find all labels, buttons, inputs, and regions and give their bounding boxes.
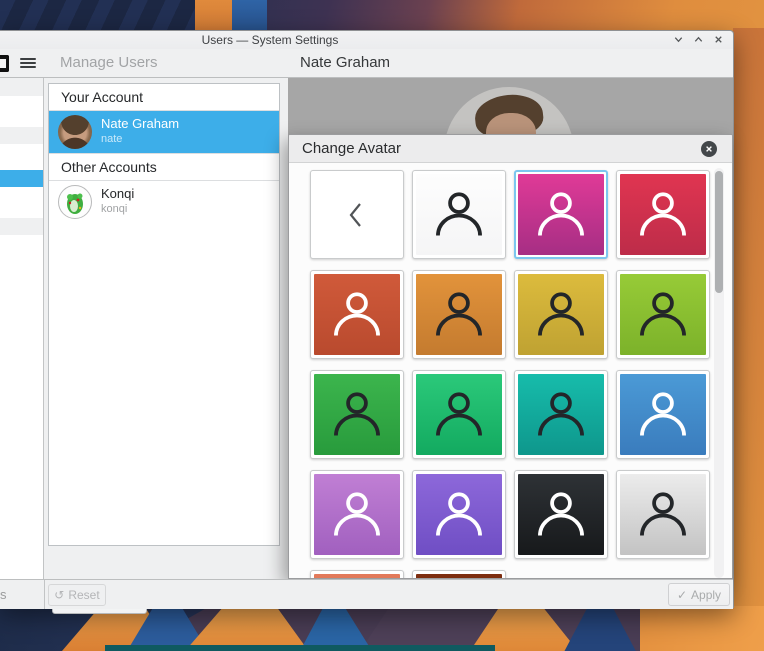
user-username: nate bbox=[101, 133, 122, 145]
avatar-tile-vermilion[interactable] bbox=[310, 270, 404, 359]
section-other-accounts: Other Accounts bbox=[49, 153, 279, 181]
clipped-sidebar bbox=[0, 78, 44, 579]
avatar-tile-gold[interactable] bbox=[514, 270, 608, 359]
sidebar-row bbox=[0, 112, 43, 127]
system-settings-window: Users — System Settings Manage Users Nat… bbox=[0, 30, 734, 608]
app-icon bbox=[0, 55, 9, 72]
user-username: konqi bbox=[101, 203, 127, 215]
avatar-tile-silver[interactable] bbox=[616, 470, 710, 559]
avatar-tile-crimson[interactable] bbox=[616, 170, 710, 259]
person-icon bbox=[620, 174, 706, 255]
wallpaper-shape bbox=[640, 606, 764, 651]
section-your-account: Your Account bbox=[49, 84, 279, 111]
person-icon bbox=[416, 474, 502, 555]
wallpaper-shape bbox=[0, 0, 220, 34]
avatar-tile-magenta[interactable] bbox=[514, 170, 608, 259]
user-row-nate[interactable]: Nate Graham nate bbox=[49, 111, 279, 153]
window-title: Users — System Settings bbox=[160, 33, 380, 47]
person-icon bbox=[620, 374, 706, 455]
avatar-back-button[interactable] bbox=[310, 170, 404, 259]
screen: Users — System Settings Manage Users Nat… bbox=[0, 0, 764, 651]
person-icon bbox=[416, 374, 502, 455]
change-avatar-dialog: Change Avatar bbox=[288, 134, 733, 579]
user-row-konqi[interactable]: Konqi konqi bbox=[49, 181, 279, 223]
person-icon bbox=[314, 274, 400, 355]
avatar-tile-brown[interactable] bbox=[412, 570, 506, 579]
user-list: Your Account Nate Graham nate Other Acco… bbox=[48, 83, 280, 546]
avatar-tile-blue[interactable] bbox=[616, 370, 710, 459]
avatar-tile-orchid[interactable] bbox=[310, 470, 404, 559]
reset-button[interactable]: ↺ Reset bbox=[48, 584, 106, 606]
avatar-tile-orange[interactable] bbox=[412, 270, 506, 359]
person-icon bbox=[620, 274, 706, 355]
apply-label: Apply bbox=[691, 588, 721, 602]
user-name: Nate Graham bbox=[101, 116, 179, 131]
titlebar[interactable]: Users — System Settings bbox=[0, 31, 733, 49]
user-list-panel: Your Account Nate Graham nate Other Acco… bbox=[44, 78, 288, 579]
sidebar-selected-row[interactable] bbox=[0, 170, 43, 187]
undo-icon: ↺ bbox=[54, 588, 64, 602]
person-icon bbox=[518, 274, 604, 355]
check-icon: ✓ bbox=[677, 588, 687, 602]
person-icon bbox=[518, 474, 604, 555]
apply-button[interactable]: ✓ Apply bbox=[668, 583, 730, 606]
sidebar-row bbox=[0, 78, 43, 96]
breadcrumb-manage-users[interactable]: Manage Users bbox=[60, 54, 158, 71]
avatar-konqi bbox=[58, 185, 92, 219]
avatar-tile-purple[interactable] bbox=[412, 470, 506, 559]
hamburger-menu-icon[interactable] bbox=[20, 58, 36, 69]
sidebar-row bbox=[0, 96, 43, 112]
sidebar-row bbox=[0, 127, 43, 144]
page-title: Nate Graham bbox=[300, 54, 390, 71]
minimize-icon[interactable] bbox=[673, 34, 684, 45]
avatar-tile-salmon[interactable] bbox=[310, 570, 404, 579]
chevron-left-icon bbox=[314, 174, 400, 255]
user-name: Konqi bbox=[101, 186, 134, 201]
app-header: Manage Users Nate Graham bbox=[0, 49, 733, 78]
window-footer: s ↺ Reset ✓ Apply bbox=[0, 579, 733, 609]
avatar-tile-charcoal[interactable] bbox=[514, 470, 608, 559]
wallpaper-shape bbox=[733, 28, 764, 610]
maximize-icon[interactable] bbox=[693, 34, 704, 45]
sidebar-row bbox=[0, 218, 43, 235]
avatar-tile-emerald[interactable] bbox=[412, 370, 506, 459]
avatar-tile-lime[interactable] bbox=[616, 270, 710, 359]
dialog-header: Change Avatar bbox=[289, 135, 732, 163]
dialog-scrollbar-thumb[interactable] bbox=[715, 171, 723, 293]
avatar-tile-teal[interactable] bbox=[514, 370, 608, 459]
person-icon bbox=[314, 474, 400, 555]
person-icon bbox=[518, 374, 604, 455]
reset-label: Reset bbox=[68, 588, 99, 602]
person-icon bbox=[314, 374, 400, 455]
dialog-title: Change Avatar bbox=[302, 140, 401, 157]
sidebar-row bbox=[0, 144, 43, 170]
wallpaper-shape bbox=[232, 0, 267, 32]
person-icon bbox=[416, 274, 502, 355]
wallpaper-shape bbox=[105, 645, 495, 651]
window-controls bbox=[673, 34, 724, 45]
avatar-nate bbox=[58, 115, 92, 149]
avatar-tile-plain-white[interactable] bbox=[412, 170, 506, 259]
close-icon[interactable] bbox=[713, 34, 724, 45]
avatar-tile-green[interactable] bbox=[310, 370, 404, 459]
person-icon bbox=[620, 474, 706, 555]
clipped-button-text: s bbox=[0, 587, 7, 602]
person-icon bbox=[518, 174, 604, 255]
person-icon bbox=[416, 174, 502, 255]
sidebar-row bbox=[0, 187, 43, 218]
wallpaper-shape bbox=[195, 0, 232, 32]
dialog-close-icon[interactable] bbox=[701, 141, 717, 157]
avatar-grid bbox=[310, 170, 710, 579]
footer-divider bbox=[44, 580, 45, 609]
